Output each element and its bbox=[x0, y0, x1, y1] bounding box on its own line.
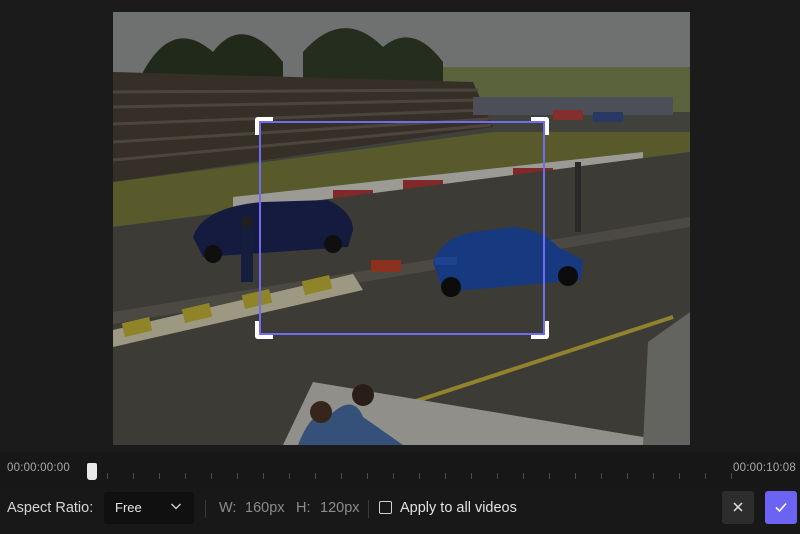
timeline-tick bbox=[445, 473, 446, 479]
timeline-tick bbox=[601, 473, 602, 479]
timeline-tick bbox=[471, 473, 472, 479]
timeline-tick bbox=[211, 473, 212, 479]
timeline-tick bbox=[731, 473, 732, 479]
timeline-tick bbox=[575, 473, 576, 479]
toolbar-divider bbox=[368, 500, 369, 518]
timeline-tick bbox=[263, 473, 264, 479]
timeline-tick bbox=[523, 473, 524, 479]
timeline-tick bbox=[341, 473, 342, 479]
width-label: W: bbox=[219, 500, 237, 516]
video-frame bbox=[113, 12, 690, 445]
timeline-tick bbox=[185, 473, 186, 479]
timeline-tick bbox=[393, 473, 394, 479]
height-label: H: bbox=[296, 500, 311, 516]
timeline-tick bbox=[549, 473, 550, 479]
timeline-playhead[interactable] bbox=[87, 463, 97, 480]
apply-all-checkbox[interactable] bbox=[379, 501, 392, 514]
timeline-tick bbox=[679, 473, 680, 479]
chevron-down-icon bbox=[171, 503, 181, 510]
toolbar-divider bbox=[205, 500, 206, 518]
width-value[interactable]: 160px bbox=[245, 500, 285, 516]
video-preview-area bbox=[0, 0, 800, 452]
aspect-ratio-label: Aspect Ratio: bbox=[7, 500, 94, 516]
close-icon bbox=[733, 502, 743, 512]
timeline-tick bbox=[419, 473, 420, 479]
confirm-button[interactable] bbox=[765, 491, 797, 524]
aspect-ratio-value: Free bbox=[115, 500, 142, 515]
timeline-tick bbox=[627, 473, 628, 479]
timeline-tick bbox=[289, 473, 290, 479]
crop-selection-box[interactable] bbox=[255, 117, 549, 339]
timeline-tick bbox=[705, 473, 706, 479]
height-value[interactable]: 120px bbox=[320, 500, 360, 516]
timeline-tick bbox=[653, 473, 654, 479]
crop-handle-bottom-right[interactable] bbox=[531, 321, 549, 339]
crop-handle-top-right[interactable] bbox=[531, 117, 549, 135]
timeline[interactable]: 00:00:00:00 00:00:10:08 bbox=[0, 452, 800, 488]
timeline-tick bbox=[133, 473, 134, 479]
aspect-ratio-dropdown[interactable]: Free bbox=[104, 492, 194, 524]
timeline-ticks[interactable] bbox=[92, 470, 732, 482]
cancel-button[interactable] bbox=[722, 491, 754, 524]
timeline-tick bbox=[107, 473, 108, 479]
apply-all-label[interactable]: Apply to all videos bbox=[400, 500, 517, 516]
crop-handle-top-left[interactable] bbox=[255, 117, 273, 135]
timeline-tick bbox=[315, 473, 316, 479]
crop-toolbar: Aspect Ratio: Free W: 160px H: 120px App… bbox=[0, 488, 800, 534]
check-icon bbox=[775, 502, 787, 513]
crop-handle-bottom-left[interactable] bbox=[255, 321, 273, 339]
timeline-tick bbox=[159, 473, 160, 479]
timeline-tick bbox=[237, 473, 238, 479]
timeline-tick bbox=[497, 473, 498, 479]
timeline-start-time: 00:00:00:00 bbox=[7, 462, 70, 474]
timeline-end-time: 00:00:10:08 bbox=[733, 462, 796, 474]
timeline-tick bbox=[367, 473, 368, 479]
